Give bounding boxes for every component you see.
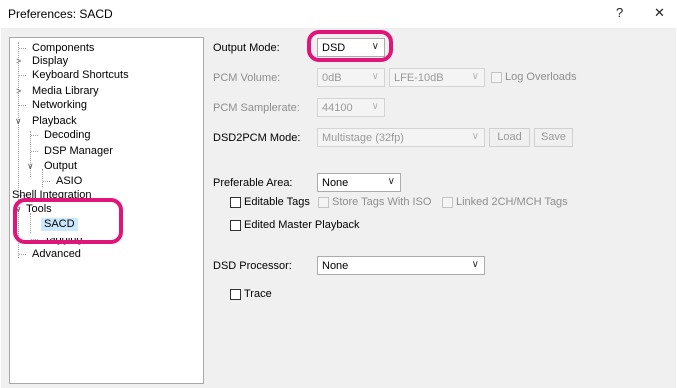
tree-item-sacd[interactable]: SACD: [41, 218, 78, 231]
tree-item-components[interactable]: Components: [32, 42, 94, 55]
output-mode-select[interactable]: DSD ∨: [317, 38, 385, 57]
chevron-down-icon: ∨: [471, 259, 479, 270]
dsd2pcm-mode-value: Multistage (32fp): [322, 132, 404, 144]
editable-tags-label: Editable Tags: [244, 196, 310, 208]
chevron-down-icon: ∨: [371, 71, 379, 82]
preferences-tree: > > ∨ ∨ ∨ Components Display Keyboard Sh…: [9, 37, 204, 384]
preferable-area-label: Preferable Area:: [213, 177, 293, 189]
chevron-down-icon: ∨: [471, 71, 479, 82]
tree-line: [30, 213, 31, 233]
tree-item-networking[interactable]: Networking: [32, 99, 87, 112]
close-icon[interactable]: ✕: [654, 5, 665, 21]
tree-line: [19, 105, 26, 106]
tree-line: [31, 239, 38, 240]
dsd2pcm-mode-label: DSD2PCM Mode:: [213, 132, 301, 144]
edited-master-label: Edited Master Playback: [244, 219, 360, 231]
log-overloads-checkbox[interactable]: [491, 72, 502, 83]
tree-item-decoding[interactable]: Decoding: [44, 129, 90, 142]
tree-line: [43, 181, 50, 182]
tree-line: [19, 48, 26, 49]
trace-label: Trace: [244, 288, 272, 300]
edited-master-checkbox[interactable]: [230, 220, 241, 231]
preferable-area-select[interactable]: None ∨: [317, 173, 401, 192]
log-overloads-label: Log Overloads: [505, 71, 577, 83]
chevron-down-icon: ∨: [371, 41, 379, 52]
window-title: Preferences: SACD: [8, 7, 113, 21]
expanded-chevron-icon[interactable]: ∨: [15, 203, 22, 216]
chevron-down-icon: ∨: [471, 131, 479, 142]
pcm-samplerate-select[interactable]: 44100 ∨: [317, 98, 385, 117]
pcm-volume-select[interactable]: 0dB ∨: [317, 68, 385, 87]
tree-item-dsp-manager[interactable]: DSP Manager: [44, 145, 113, 158]
lfe-level-value: LFE-10dB: [394, 72, 444, 84]
expanded-chevron-icon[interactable]: ∨: [15, 115, 22, 128]
pcm-samplerate-label: PCM Samplerate:: [213, 102, 300, 114]
dsd-processor-label: DSD Processor:: [213, 260, 292, 272]
output-mode-label: Output Mode:: [213, 42, 280, 54]
trace-checkbox[interactable]: [230, 289, 241, 300]
editable-tags-checkbox[interactable]: [230, 197, 241, 208]
save-button[interactable]: Save: [534, 128, 573, 147]
title-bar: Preferences: SACD ? ✕: [0, 0, 677, 28]
tree-line: [42, 169, 43, 187]
expanded-chevron-icon[interactable]: ∨: [27, 160, 34, 173]
preferable-area-value: None: [322, 177, 349, 189]
tree-item-display[interactable]: Display: [32, 55, 68, 68]
collapsed-chevron-icon[interactable]: >: [16, 55, 21, 68]
linked-tags-label: Linked 2CH/MCH Tags: [456, 196, 568, 208]
pcm-samplerate-value: 44100: [322, 102, 353, 114]
dsd-processor-value: None: [322, 260, 349, 272]
tree-item-asio[interactable]: ASIO: [56, 175, 82, 188]
store-tags-iso-label: Store Tags With ISO: [332, 196, 432, 208]
tree-item-advanced[interactable]: Advanced: [32, 248, 81, 261]
lfe-level-select[interactable]: LFE-10dB ∨: [389, 68, 485, 87]
tree-line: [19, 75, 26, 76]
tree-item-tagging[interactable]: Tagging: [44, 238, 83, 246]
pcm-volume-label: PCM Volume:: [213, 72, 281, 84]
tree-item-playback[interactable]: Playback: [32, 115, 77, 128]
output-mode-value: DSD: [322, 42, 346, 54]
tree-item-keyboard-shortcuts[interactable]: Keyboard Shortcuts: [32, 69, 129, 82]
tree-line: [31, 135, 38, 136]
store-tags-iso-checkbox[interactable]: [318, 197, 329, 208]
dialog-body: > > ∨ ∨ ∨ Components Display Keyboard Sh…: [1, 28, 676, 388]
tree-line: [19, 254, 26, 255]
tree-item-output[interactable]: Output: [44, 160, 77, 173]
dsd2pcm-mode-select[interactable]: Multistage (32fp) ∨: [317, 128, 485, 147]
tree-item-media-library[interactable]: Media Library: [32, 85, 99, 98]
tree-line: [31, 151, 38, 152]
linked-tags-checkbox[interactable]: [442, 197, 453, 208]
dsd-processor-select[interactable]: None ∨: [317, 256, 485, 275]
pcm-volume-value: 0dB: [322, 72, 342, 84]
help-button[interactable]: ?: [616, 5, 623, 20]
chevron-down-icon: ∨: [387, 176, 395, 187]
tree-item-tools[interactable]: Tools: [26, 203, 52, 216]
chevron-down-icon: ∨: [371, 101, 379, 112]
tree-item-shell-integration[interactable]: Shell Integration: [12, 189, 92, 202]
collapsed-chevron-icon[interactable]: >: [16, 85, 21, 98]
load-button[interactable]: Load: [489, 128, 530, 147]
